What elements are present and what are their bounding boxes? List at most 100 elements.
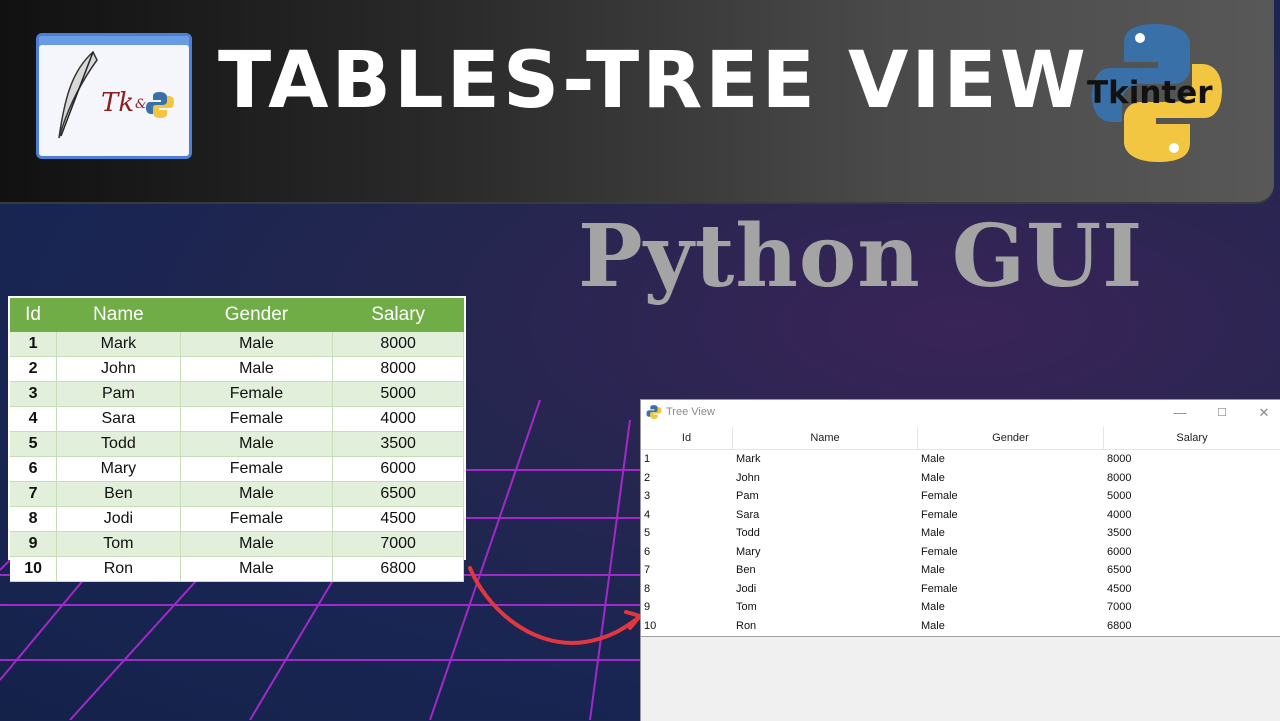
treeview-cell-name: Ron [736, 619, 757, 632]
excel-cell-id: 1 [10, 332, 58, 357]
treeview-column-salary[interactable]: Salary [1104, 427, 1280, 449]
treeview-cell-salary: 4000 [1107, 508, 1132, 521]
excel-cell-salary: 8000 [332, 332, 464, 357]
treeview-row[interactable]: 2 John Male 8000 [641, 469, 1280, 488]
excel-cell-salary: 8000 [332, 356, 464, 382]
treeview-row[interactable]: 7 Ben Male 6500 [641, 561, 1280, 580]
small-python-icon [146, 92, 174, 118]
treeview[interactable]: Id Name Gender Salary 1 Mark Male 8000 2 John Mal… [641, 427, 1280, 637]
treeview-cell-salary: 5000 [1107, 490, 1132, 502]
treeview-cell-salary: 7000 [1107, 601, 1132, 613]
treeview-cell-gender: Male [921, 564, 945, 576]
treeview-cell-id: 7 [644, 564, 651, 576]
treeview-cell-gender: Male [921, 619, 945, 632]
treeview-cell-gender: Male [921, 471, 945, 484]
treeview-cell-id: 5 [644, 527, 651, 539]
maximize-button[interactable]: ☐ [1207, 403, 1237, 423]
excel-row: 9 Tom Male 7000 [10, 531, 464, 557]
treeview-row[interactable]: 10 Ron Male 6800 [641, 617, 1280, 636]
treeview-column-name[interactable]: Name [733, 427, 918, 449]
title-banner: Tk & TABLES-TREE VIEW Tkinter [0, 0, 1274, 202]
treeview-cell-id: 1 [644, 453, 651, 465]
treeview-cell-salary: 6800 [1107, 619, 1132, 632]
treeview-row[interactable]: 6 Mary Female 6000 [641, 543, 1280, 562]
minimize-button[interactable]: — [1165, 403, 1195, 423]
excel-cell-id: 7 [10, 481, 58, 507]
page-title: TABLES-TREE VIEW [218, 36, 1089, 126]
window-python-icon [646, 405, 662, 419]
treeview-cell-gender: Female [921, 508, 958, 521]
treeview-row[interactable]: 5 Todd Male 3500 [641, 524, 1280, 543]
excel-cell-id: 8 [10, 506, 58, 532]
treeview-row[interactable]: 3 Pam Female 5000 [641, 487, 1280, 506]
excel-cell-name: Tom [56, 531, 181, 557]
excel-header-salary: Salary [332, 298, 464, 332]
excel-cell-name: Ron [56, 556, 181, 582]
excel-row: 10 Ron Male 6800 [10, 556, 464, 582]
treeview-cell-id: 6 [644, 545, 651, 558]
curved-arrow-icon [468, 566, 642, 645]
treeview-cell-salary: 8000 [1107, 453, 1132, 465]
treeview-row[interactable]: 4 Sara Female 4000 [641, 506, 1280, 525]
treeview-cell-name: Tom [736, 601, 757, 613]
treeview-cell-gender: Female [921, 490, 958, 502]
close-button[interactable]: ✕ [1249, 403, 1279, 423]
excel-cell-id: 5 [10, 431, 58, 457]
excel-row: 7 Ben Male 6500 [10, 481, 464, 507]
excel-cell-salary: 5000 [332, 381, 464, 407]
excel-cell-id: 6 [10, 456, 58, 482]
window-titlebar[interactable]: Tree View — ☐ ✕ [641, 400, 1280, 427]
excel-cell-salary: 3500 [332, 431, 464, 457]
excel-cell-id: 10 [10, 556, 58, 582]
excel-row: 6 Mary Female 6000 [10, 456, 464, 482]
tkinter-badge: Tkinter [1087, 75, 1213, 111]
treeview-cell-gender: Male [921, 453, 945, 465]
treeview-cell-name: Sara [736, 508, 760, 521]
treeview-cell-id: 9 [644, 601, 651, 613]
excel-header-id: Id [10, 298, 58, 332]
excel-cell-gender: Male [180, 481, 334, 507]
treeview-cell-gender: Female [921, 582, 958, 595]
treeview-cell-name: Mark [736, 453, 761, 465]
treeview-column-gender[interactable]: Gender [918, 427, 1104, 449]
treeview-cell-salary: 6500 [1107, 564, 1132, 576]
excel-cell-name: Todd [56, 431, 181, 457]
treeview-row[interactable]: 9 Tom Male 7000 [641, 598, 1280, 617]
subtitle: Python GUI [578, 206, 1144, 307]
excel-cell-id: 4 [10, 406, 58, 432]
excel-header-name: Name [56, 298, 181, 332]
excel-cell-gender: Male [180, 332, 334, 357]
excel-cell-name: Mary [56, 456, 181, 482]
excel-cell-id: 3 [10, 381, 58, 407]
treeview-cell-name: Pam [736, 490, 759, 502]
treeview-row[interactable]: 8 Jodi Female 4500 [641, 580, 1280, 599]
excel-cell-gender: Male [180, 531, 334, 557]
treeview-row[interactable]: 1 Mark Male 8000 [641, 450, 1280, 469]
treeview-cell-name: Mary [736, 545, 761, 558]
treeview-cell-name: Todd [736, 527, 760, 539]
treeview-window: Tree View — ☐ ✕ Id Name Gender Salary 1 Mark… [640, 399, 1280, 721]
excel-cell-name: Mark [56, 332, 181, 357]
excel-header-gender: Gender [180, 298, 334, 332]
treeview-cell-id: 2 [644, 471, 651, 484]
excel-cell-salary: 4500 [332, 506, 464, 532]
excel-row: 8 Jodi Female 4500 [10, 506, 464, 532]
excel-row: 2 John Male 8000 [10, 356, 464, 382]
tk-logo: Tk & [36, 33, 192, 159]
excel-cell-gender: Male [180, 431, 334, 457]
treeview-column-id[interactable]: Id [641, 427, 733, 449]
excel-cell-name: Pam [56, 381, 181, 407]
excel-cell-name: John [56, 356, 181, 382]
treeview-cell-salary: 8000 [1107, 471, 1132, 484]
excel-cell-id: 2 [10, 356, 58, 382]
excel-cell-gender: Male [180, 556, 334, 582]
treeview-cell-id: 8 [644, 582, 651, 595]
treeview-cell-id: 3 [644, 490, 651, 502]
excel-cell-salary: 6800 [332, 556, 464, 582]
excel-row: 3 Pam Female 5000 [10, 381, 464, 407]
treeview-header: Id Name Gender Salary [641, 427, 1280, 450]
window-title: Tree View [666, 406, 715, 418]
excel-cell-gender: Female [180, 406, 334, 432]
treeview-cell-name: Ben [736, 564, 756, 576]
excel-cell-salary: 6500 [332, 481, 464, 507]
